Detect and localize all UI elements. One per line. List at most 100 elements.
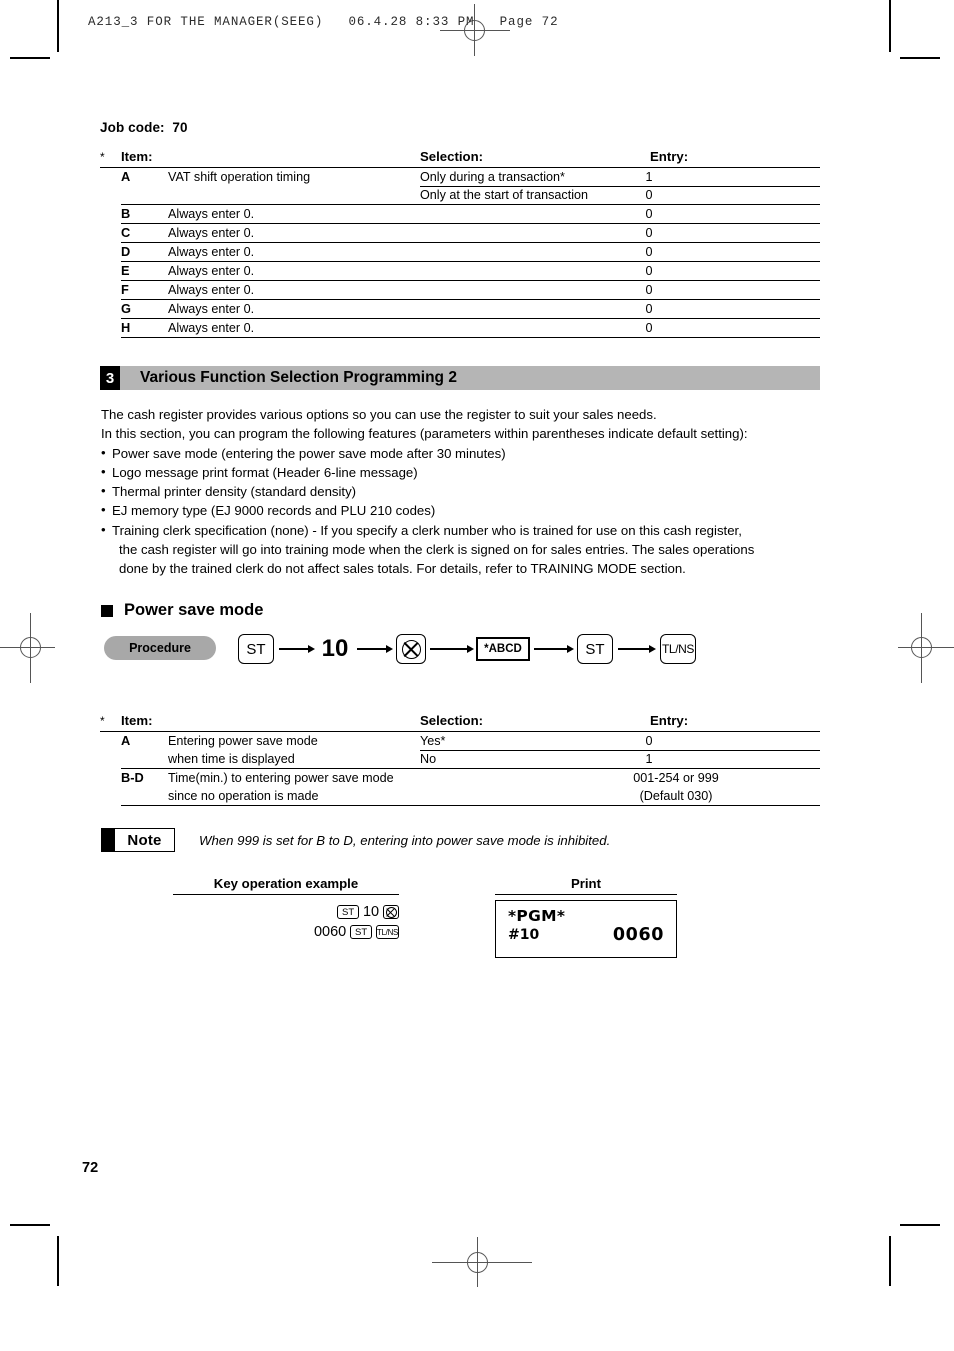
job-code-label: Job code:	[100, 120, 165, 135]
key-st: ST	[350, 925, 373, 940]
key-sequence-line-2: 0060 ST TL/NS	[173, 922, 399, 942]
section-number: 3	[100, 366, 120, 390]
section-title: Various Function Selection Programming 2	[140, 369, 457, 386]
row-desc: Entering power save mode	[168, 734, 318, 748]
receipt-title: *PGM*	[508, 907, 566, 925]
key-tlns-label: TL/NS	[376, 927, 399, 937]
feature-bullet-text: Logo message print format (Header 6-line…	[112, 464, 418, 480]
procedure-key-st-2: ST	[577, 634, 613, 664]
page-number: 72	[82, 1160, 99, 1176]
note-text: When 999 is set for B to D, entering int…	[199, 832, 611, 848]
row-selection: Yes*	[420, 734, 446, 748]
procedure-key-label: ST	[246, 640, 266, 658]
row-key: D	[121, 244, 131, 259]
page-content: Job code: 70 * Item: Selection: Entry: A…	[0, 0, 954, 1351]
table-row: B Always enter 0. 0	[121, 205, 820, 224]
table-row: E Always enter 0. 0	[121, 262, 820, 281]
column-header-selection: Selection:	[420, 713, 484, 728]
feature-bullet-continuation: done by the trained clerk do not affect …	[119, 561, 686, 577]
row-entry: 0	[645, 245, 653, 259]
row-entry: 1	[645, 752, 653, 766]
row-selection: Only at the start of transaction	[420, 188, 588, 202]
job-code-heading: Job code: 70	[100, 120, 188, 135]
key-sequence-number: 0060	[313, 923, 347, 940]
procedure-key-label: TL/NS	[661, 642, 694, 656]
key-tlns: TL/NS	[376, 925, 399, 940]
job-code-value: 70	[172, 120, 188, 135]
procedure-key-multiply	[396, 634, 426, 664]
feature-bullet-continuation: the cash register will go into training …	[119, 542, 755, 558]
row-key: B	[121, 206, 131, 221]
note-badge: Note	[101, 828, 175, 852]
job70-table-header: * Item: Selection: Entry:	[100, 148, 820, 168]
procedure-key-label: ST	[585, 640, 605, 658]
row-entry: 001-254 or 999	[633, 771, 719, 785]
row-desc: Always enter 0.	[168, 264, 255, 278]
row-desc: Time(min.) to entering power save mode	[168, 771, 394, 785]
feature-bullet-text: EJ memory type (EJ 9000 records and PLU …	[112, 503, 436, 519]
key-multiply	[383, 905, 399, 920]
table-row: Only at the start of transaction 0	[121, 186, 820, 205]
row-key: E	[121, 263, 130, 278]
row-desc: VAT shift operation timing	[168, 170, 311, 184]
table-row: D Always enter 0. 0	[121, 243, 820, 262]
row-key: B-D	[121, 770, 144, 785]
row-entry: 1	[645, 170, 653, 184]
procedure-arrow	[430, 634, 474, 664]
feature-bullet: • Thermal printer density (standard dens…	[101, 482, 831, 501]
key-sequence-number: 10	[362, 903, 380, 920]
row-key: A	[121, 733, 131, 748]
square-bullet-icon	[101, 604, 113, 617]
powersave-table: * Item: Selection: Entry: A Entering pow…	[100, 712, 820, 806]
procedure-arrow	[357, 634, 393, 664]
job70-table: * Item: Selection: Entry: A VAT shift op…	[100, 148, 820, 338]
table-row: A VAT shift operation timing Only during…	[121, 168, 820, 187]
feature-bullet-text: Thermal printer density (standard densit…	[112, 484, 357, 500]
row-selection: No	[420, 752, 437, 766]
table-row: when time is displayed No 1	[121, 750, 820, 769]
bullet-dot-icon: •	[101, 521, 106, 537]
receipt-value: 0060	[612, 925, 664, 945]
column-header-entry: Entry:	[650, 713, 689, 728]
footnote-star: *	[100, 150, 105, 164]
row-key: G	[121, 301, 131, 316]
table-row: A Entering power save mode Yes* 0	[121, 732, 820, 751]
table-row: since no operation is made (Default 030)	[121, 787, 820, 806]
bullet-dot-icon: •	[101, 444, 106, 460]
key-st-label: ST	[355, 926, 368, 938]
feature-bullet: • Logo message print format (Header 6-li…	[101, 463, 831, 482]
procedure-arrow	[618, 634, 656, 664]
row-desc: Always enter 0.	[168, 302, 255, 316]
row-entry: 0	[645, 264, 653, 278]
row-desc: Always enter 0.	[168, 207, 255, 221]
bullet-dot-icon: •	[101, 483, 106, 499]
note-block: Note When 999 is set for B to D, enterin…	[101, 828, 610, 852]
multiply-circle-icon	[401, 639, 421, 659]
subsection-heading-text: Power save mode	[124, 601, 264, 619]
intro-line-2: In this section, you can program the fol…	[101, 426, 748, 442]
table-row: C Always enter 0. 0	[121, 224, 820, 243]
row-entry: 0	[645, 302, 653, 316]
row-key: H	[121, 320, 131, 335]
procedure-step-number: 10	[317, 634, 353, 664]
subsection-heading: Power save mode	[101, 601, 263, 620]
row-desc: Always enter 0.	[168, 321, 255, 335]
column-header-item: Item:	[121, 713, 153, 728]
column-header-item: Item:	[121, 149, 153, 164]
column-header-selection: Selection:	[420, 149, 484, 164]
procedure-entry-abcd: *ABCD	[476, 637, 530, 661]
procedure-entry-label: *ABCD	[484, 643, 522, 655]
procedure-step-number-label: 10	[321, 635, 349, 662]
row-desc: when time is displayed	[168, 752, 295, 766]
row-entry: 0	[645, 188, 653, 202]
row-selection: Only during a transaction*	[420, 170, 565, 184]
intro-copy: The cash register provides various optio…	[101, 405, 831, 579]
section-banner: 3 Various Function Selection Programming…	[100, 366, 820, 390]
procedure-key-tlns: TL/NS	[660, 634, 696, 664]
receipt-code: #10	[508, 927, 540, 943]
table-row: B-D Time(min.) to entering power save mo…	[121, 769, 820, 787]
note-badge-label: Note	[127, 831, 162, 849]
table-row: H Always enter 0. 0	[121, 319, 820, 338]
row-entry: 0	[645, 226, 653, 240]
row-desc: Always enter 0.	[168, 283, 255, 297]
